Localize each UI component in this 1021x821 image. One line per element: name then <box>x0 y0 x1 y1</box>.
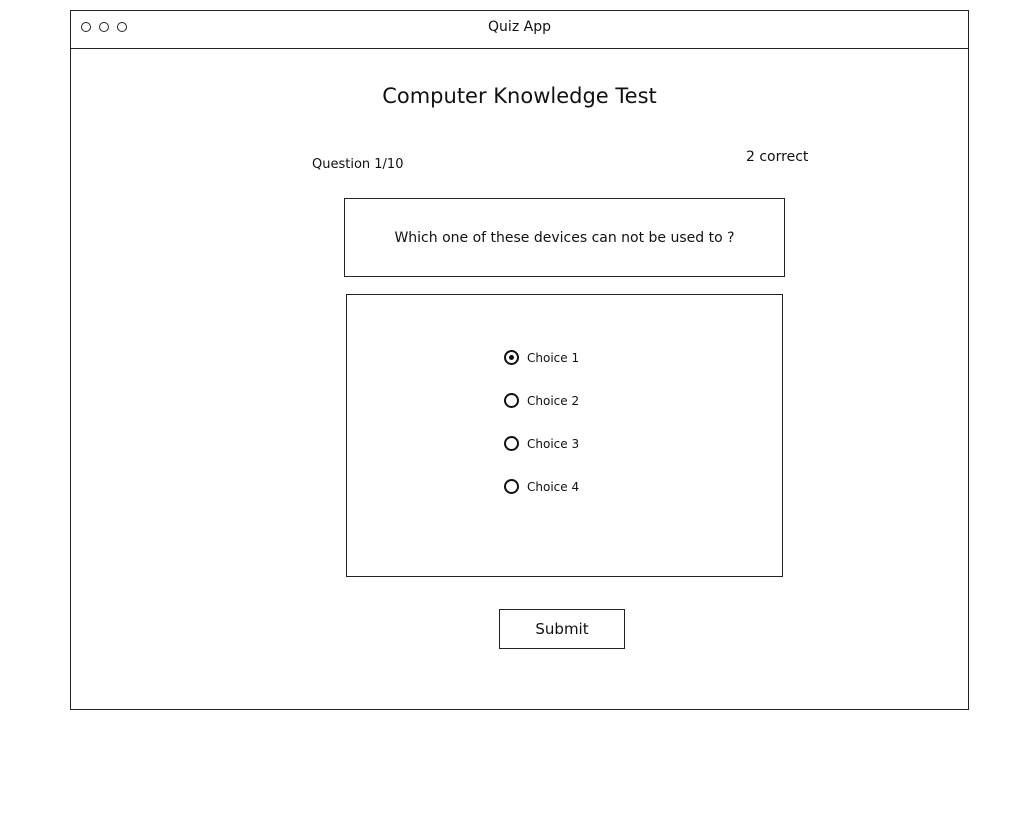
question-box: Which one of these devices can not be us… <box>344 198 785 277</box>
window-titlebar: Quiz App <box>71 11 968 49</box>
radio-button-selected[interactable] <box>504 350 519 365</box>
radio-button[interactable] <box>504 436 519 451</box>
page-title: Computer Knowledge Test <box>382 84 657 108</box>
choice-option-2[interactable]: Choice 2 <box>504 393 579 408</box>
score-label: 2 correct <box>746 149 809 165</box>
choice-label: Choice 2 <box>527 393 580 408</box>
choice-option-1[interactable]: Choice 1 <box>504 350 579 365</box>
question-text: Which one of these devices can not be us… <box>394 229 735 246</box>
app-window: Quiz App Computer Knowledge Test Questio… <box>70 10 969 710</box>
question-counter: Question 1/10 <box>312 157 404 172</box>
radio-button[interactable] <box>504 479 519 494</box>
choices-box: Choice 1 Choice 2 Choice 3 Choice 4 <box>346 294 783 577</box>
radio-button[interactable] <box>504 393 519 408</box>
choice-label: Choice 4 <box>527 479 580 494</box>
window-title: Quiz App <box>488 19 551 35</box>
choice-label: Choice 3 <box>527 436 580 451</box>
choice-option-4[interactable]: Choice 4 <box>504 479 579 494</box>
choice-label: Choice 1 <box>527 350 580 365</box>
choice-option-3[interactable]: Choice 3 <box>504 436 579 451</box>
submit-button[interactable]: Submit <box>499 609 625 649</box>
